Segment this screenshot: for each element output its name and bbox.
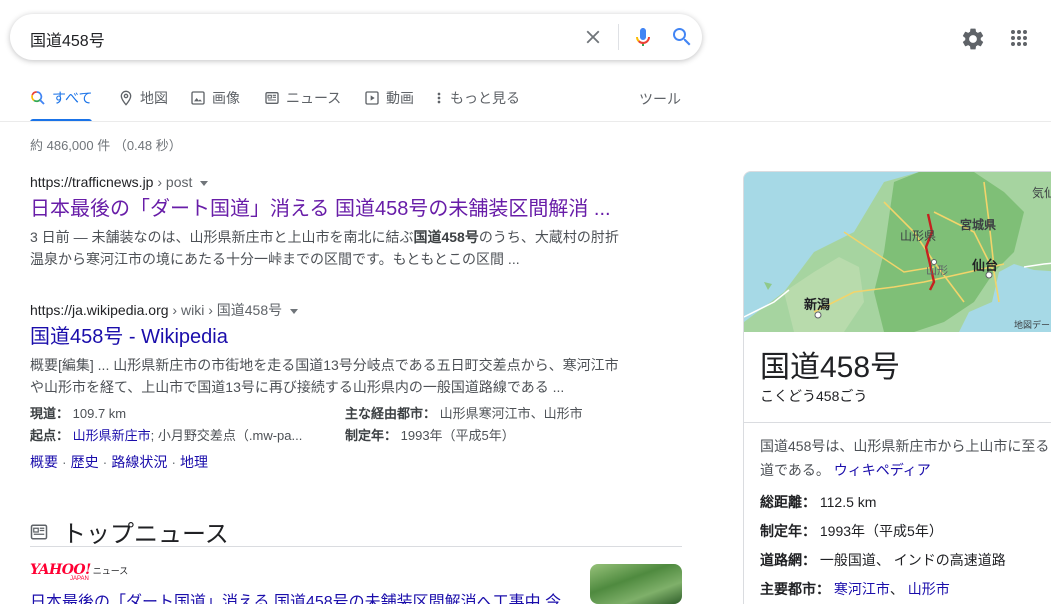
sitelink-overview[interactable]: 概要 [30, 454, 58, 470]
tab-maps[interactable]: 地図 [118, 88, 168, 118]
result-menu-caret-icon[interactable] [200, 180, 209, 186]
map-credit: 地図デー [1014, 320, 1051, 330]
news-thumbnail[interactable] [590, 564, 682, 604]
fact-length: 現道： 109.7 km [30, 406, 127, 421]
kp-divider [744, 422, 1051, 423]
search-result: https://trafficnews.jp › post 日本最後の「ダート国… [30, 172, 630, 270]
more-vert-icon [437, 92, 441, 104]
tab-videos[interactable]: 動画 [364, 88, 414, 118]
search-result: https://ja.wikipedia.org › wiki › 国道458号… [30, 300, 630, 398]
kp-fact-cities: 主要都市： 寒河江市、 山形市 [760, 581, 950, 597]
city-link-yamagata[interactable]: 山形市 [908, 581, 950, 597]
city-link-sagae[interactable]: 寒河江市 [834, 581, 890, 597]
clear-icon[interactable] [582, 26, 604, 48]
header-divider [0, 121, 1051, 122]
kp-fact-network: 道路網： 一般国道、 インドの高速道路 [760, 552, 1006, 568]
start-link[interactable]: 山形県新庄市 [73, 428, 151, 443]
sitelinks: 概要 · 歴史 · 路線状況 · 地理 [30, 454, 209, 470]
tab-label: もっと見る [450, 90, 520, 106]
tab-label: すべて [52, 90, 93, 106]
result-menu-caret-icon[interactable] [290, 308, 299, 314]
tab-images[interactable]: 画像 [190, 88, 240, 118]
map-label: 新潟 [804, 297, 831, 312]
settings-gear-icon[interactable] [960, 26, 986, 52]
url-domain: https://ja.wikipedia.org [30, 302, 169, 318]
sitelink-geography[interactable]: 地理 [180, 454, 208, 470]
top-news-heading: トップニュース [30, 514, 682, 549]
map-label: 気仙 [1032, 186, 1051, 200]
tab-more[interactable]: もっと見る [434, 88, 520, 118]
video-icon [365, 91, 379, 105]
news-title-link[interactable]: 日本最後の「ダート国道」消える 国道458号の未舗装区間解消へ工事中 今 [30, 588, 570, 604]
sitelink-route-status[interactable]: 路線状況 [111, 454, 167, 470]
apps-grid-icon[interactable] [1007, 26, 1031, 50]
search-box[interactable]: 国道458号 [10, 14, 702, 60]
result-url[interactable]: https://ja.wikipedia.org › wiki › 国道458号 [30, 300, 630, 320]
map-label: 山形 [926, 265, 948, 277]
search-input[interactable]: 国道458号 [30, 27, 105, 51]
tools-button[interactable]: ツール [639, 89, 681, 109]
tab-label: 画像 [212, 90, 240, 106]
tab-all[interactable]: すべて [30, 88, 93, 122]
microphone-icon[interactable] [631, 25, 655, 49]
section-divider [30, 546, 682, 547]
map-graphic [744, 172, 1051, 332]
map-pin-icon [120, 90, 132, 106]
result-title-link[interactable]: 日本最後の「ダート国道」消える 国道458号の未舗装区間解消 ... [30, 196, 630, 222]
result-title-link[interactable]: 国道458号 - Wikipedia [30, 324, 630, 350]
image-icon [191, 91, 205, 105]
url-domain: https://trafficnews.jp [30, 174, 154, 190]
tab-label: 動画 [386, 90, 414, 106]
news-icon [30, 524, 48, 539]
news-icon [265, 92, 279, 104]
wikipedia-link[interactable]: ウィキペディア [834, 462, 931, 478]
result-url[interactable]: https://trafficnews.jp › post [30, 172, 630, 192]
knowledge-panel: 宮城県 山形県 山形 仙台 新潟 気仙 地図デー 国道458号 こくどう458ご… [743, 171, 1051, 604]
search-divider [618, 24, 619, 50]
news-source-logo: YAHOO! JAPAN ニュース [30, 562, 129, 582]
tab-label: ニュース [286, 90, 342, 106]
result-snippet: 3 日前 — 未舗装なのは、山形県新庄市と上山市を南北に結ぶ国道458号のうち、… [30, 229, 619, 267]
kp-reading: こくどう458ごう [760, 388, 868, 404]
search-icon [31, 91, 45, 105]
sitelink-history[interactable]: 歴史 [71, 454, 99, 470]
tab-label: 地図 [140, 90, 168, 106]
map-label: 仙台 [972, 258, 999, 273]
search-icon[interactable] [670, 25, 694, 49]
kp-fact-year: 制定年： 1993年（平成5年） [760, 523, 943, 539]
kp-fact-total: 総距離： 112.5 km [760, 494, 877, 510]
fact-year: 制定年： 1993年（平成5年） [345, 428, 515, 443]
route-map[interactable]: 宮城県 山形県 山形 仙台 新潟 気仙 地図デー [744, 172, 1051, 332]
fact-cities: 主な経由都市： 山形県寒河江市、山形市 [345, 406, 583, 421]
map-label: 山形県 [900, 229, 937, 243]
top-news-section: トップニュース YAHOO! JAPAN ニュース 日本最後の「ダート国道」消え… [30, 514, 682, 604]
map-label: 宮城県 [960, 218, 997, 232]
tab-news[interactable]: ニュース [264, 88, 341, 118]
result-stats: 約 486,000 件 （0.48 秒） [30, 138, 182, 153]
kp-title: 国道458号 [760, 351, 901, 384]
url-path: › wiki › 国道458号 [168, 302, 283, 318]
result-snippet: 概要[編集] ... 山形県新庄市の市街地を走る国道13号分岐点である五日町交差… [30, 357, 619, 395]
url-path: › post [153, 174, 193, 190]
kp-description: 国道458号は、山形県新庄市から上山市に至る 道である。 ウィキペディア [760, 438, 1050, 478]
fact-start: 起点： 山形県新庄市; 小月野交差点（.mw-pa... [30, 428, 303, 443]
